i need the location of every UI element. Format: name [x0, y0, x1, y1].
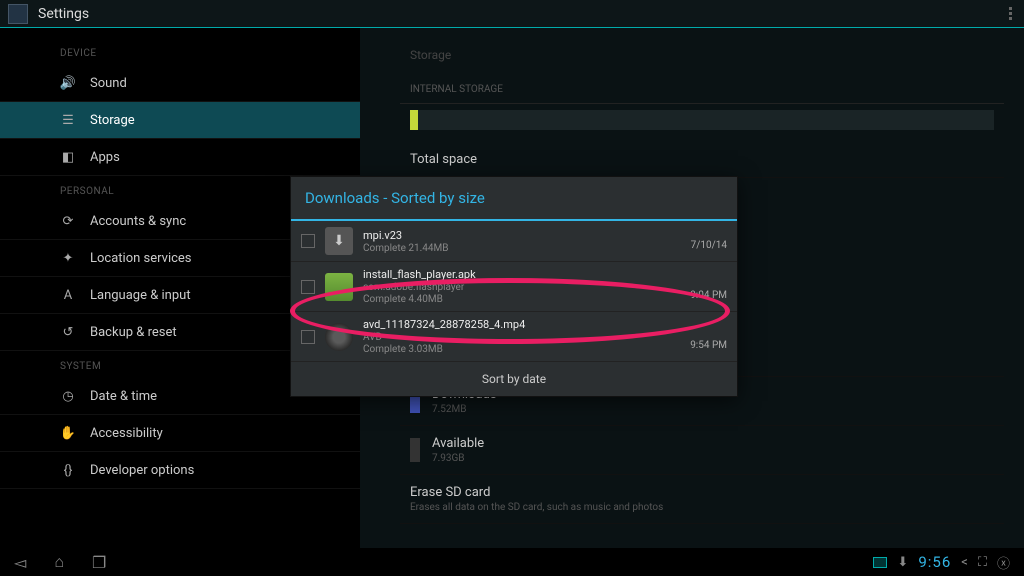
location-icon: ✦ — [60, 250, 76, 266]
download-date: 7/10/14 — [691, 240, 727, 255]
sidebar-item-apps[interactable]: ◧ Apps — [0, 139, 360, 176]
download-item[interactable]: ⬇ mpi.v23Complete 21.44MB 7/10/14 — [291, 221, 737, 262]
sidebar-item-storage[interactable]: ☰ Storage — [0, 102, 360, 139]
recents-button[interactable]: ❐ — [92, 553, 106, 572]
clock-icon: ◷ — [60, 388, 76, 404]
color-swatch — [410, 438, 420, 462]
fullscreen-icon[interactable]: ⛶ — [978, 555, 987, 570]
download-meta: Complete 21.44MB — [363, 243, 681, 254]
download-file-icon: ⬇ — [325, 227, 353, 255]
overflow-menu-icon[interactable] — [1005, 3, 1016, 24]
storage-row-size: 7.52MB — [432, 404, 497, 415]
download-name: mpi.v23 — [363, 229, 681, 242]
storage-row-label: Available — [432, 436, 484, 451]
sidebar-item-label: Sound — [90, 76, 127, 91]
sidebar-item-label: Language & input — [90, 288, 191, 303]
sidebar-item-developer[interactable]: {} Developer options — [0, 452, 360, 489]
download-notif-icon[interactable]: ⬇ — [897, 555, 908, 570]
home-button[interactable]: ⌂ — [54, 552, 64, 572]
sidebar-item-label: Accessibility — [90, 426, 163, 441]
storage-icon: ☰ — [60, 112, 76, 128]
sidebar-item-label: Backup & reset — [90, 325, 177, 340]
sound-icon: 🔊 — [60, 75, 76, 91]
screenshot-icon[interactable] — [873, 557, 887, 568]
title-bar: Settings — [0, 0, 1024, 28]
download-meta: Complete 4.40MB — [363, 294, 680, 305]
backup-icon: ↺ — [60, 324, 76, 340]
storage-row-label: Total space — [410, 152, 477, 167]
sidebar-item-label: Location services — [90, 251, 192, 266]
download-date: 9:54 PM — [690, 340, 727, 355]
settings-app-icon — [8, 4, 28, 24]
internal-storage-label: INTERNAL STORAGE — [400, 76, 1004, 104]
downloads-dialog: Downloads - Sorted by size ⬇ mpi.v23Comp… — [290, 176, 738, 397]
section-head-device: DEVICE — [0, 38, 360, 65]
storage-row-label: Erase SD card — [410, 485, 663, 500]
storage-row-erase[interactable]: Erase SD card Erases all data on the SD c… — [400, 475, 1004, 524]
checkbox[interactable] — [301, 234, 315, 248]
apps-icon: ◧ — [60, 149, 76, 165]
close-icon[interactable]: ⓧ — [997, 553, 1010, 572]
content-header: Storage — [400, 42, 1004, 76]
storage-usage-bar — [410, 110, 994, 130]
checkbox[interactable] — [301, 280, 315, 294]
sidebar-item-sound[interactable]: 🔊 Sound — [0, 65, 360, 102]
clock[interactable]: 9:56 — [918, 553, 951, 571]
download-item[interactable]: install_flash_player.apkcom.adobe.flashp… — [291, 262, 737, 312]
video-icon — [325, 323, 353, 351]
download-item[interactable]: avd_11187324_28878258_4.mp4AVDComplete 3… — [291, 312, 737, 362]
apk-icon — [325, 273, 353, 301]
sidebar-item-accessibility[interactable]: ✋ Accessibility — [0, 415, 360, 452]
language-icon: A — [60, 287, 76, 303]
download-meta: Complete 3.03MB — [363, 344, 680, 355]
storage-row-total[interactable]: Total space — [400, 142, 1004, 178]
sort-button[interactable]: Sort by date — [291, 362, 737, 396]
storage-bar-fill — [410, 110, 418, 130]
share-icon[interactable]: < — [961, 555, 968, 570]
download-name: install_flash_player.apk — [363, 268, 680, 281]
sidebar-item-label: Apps — [90, 150, 120, 165]
braces-icon: {} — [60, 462, 76, 478]
dialog-title: Downloads - Sorted by size — [291, 177, 737, 221]
checkbox[interactable] — [301, 330, 315, 344]
back-button[interactable]: ◅ — [14, 553, 26, 572]
sidebar-item-label: Accounts & sync — [90, 214, 186, 229]
sidebar-item-label: Storage — [90, 113, 135, 128]
page-title: Settings — [38, 6, 89, 22]
download-sub: com.adobe.flashplayer — [363, 282, 680, 293]
download-sub: AVD — [363, 332, 680, 343]
storage-row-size: 7.93GB — [432, 453, 484, 464]
download-name: avd_11187324_28878258_4.mp4 — [363, 318, 680, 331]
hand-icon: ✋ — [60, 425, 76, 441]
sidebar-item-label: Date & time — [90, 389, 157, 404]
storage-row-available[interactable]: Available 7.93GB — [400, 426, 1004, 475]
storage-row-sub: Erases all data on the SD card, such as … — [410, 502, 663, 513]
system-navbar: ◅ ⌂ ❐ ⬇ 9:56 < ⛶ ⓧ — [0, 548, 1024, 576]
sidebar-item-label: Developer options — [90, 463, 194, 478]
sync-icon: ⟳ — [60, 213, 76, 229]
download-date: 9:04 PM — [690, 290, 727, 305]
